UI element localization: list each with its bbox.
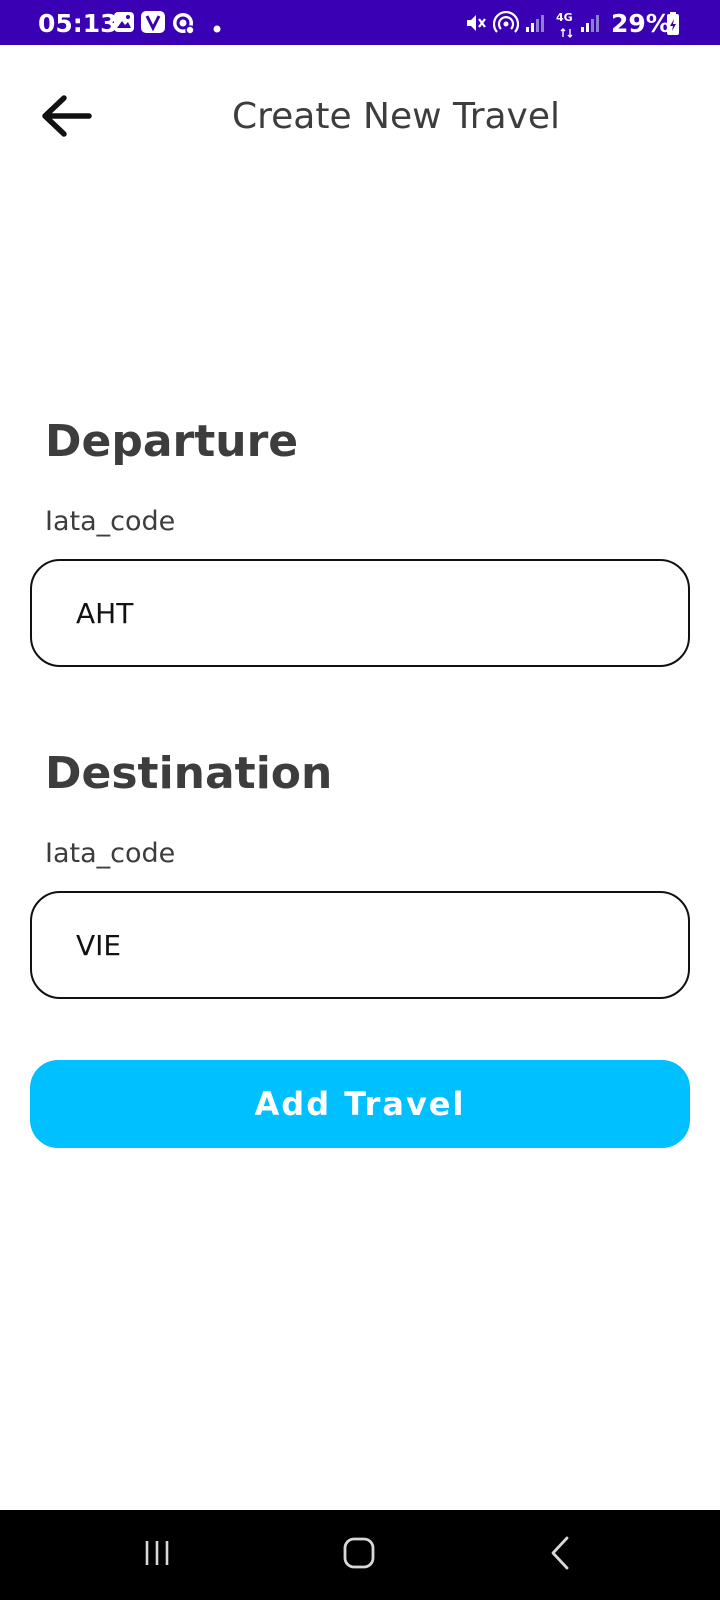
- departure-iata-label: Iata_code: [45, 506, 176, 537]
- departure-iata-input[interactable]: [30, 559, 690, 667]
- viber-icon: [141, 11, 165, 38]
- back-icon: [549, 1535, 573, 1576]
- page-title: Create New Travel: [231, 96, 561, 137]
- notification-dot-icon: [213, 20, 221, 38]
- battery-icon: [666, 12, 680, 41]
- system-nav-bar: [0, 1510, 720, 1600]
- hotspot-icon: [492, 10, 520, 40]
- signal-icon: [525, 13, 545, 38]
- network-type: 4G: [556, 11, 573, 24]
- arrow-left-icon: [40, 94, 92, 143]
- gallery-icon: [113, 11, 135, 38]
- destination-heading: Destination: [45, 748, 333, 799]
- battery-percentage: 29%: [611, 9, 671, 38]
- back-button[interactable]: [36, 90, 96, 146]
- add-travel-button[interactable]: Add Travel: [30, 1060, 690, 1148]
- recent-apps-button[interactable]: [127, 1530, 187, 1580]
- status-bar: 05:13 4G 29%: [0, 0, 720, 45]
- signal-icon: [580, 13, 600, 38]
- system-back-button[interactable]: [531, 1530, 591, 1580]
- home-button[interactable]: [329, 1530, 389, 1580]
- destination-iata-input[interactable]: [30, 891, 690, 999]
- recent-apps-icon: [142, 1538, 172, 1573]
- departure-heading: Departure: [45, 416, 299, 467]
- destination-iata-label: Iata_code: [45, 838, 176, 869]
- home-icon: [342, 1536, 376, 1575]
- mute-icon: [464, 11, 488, 40]
- sync-icon: [171, 11, 195, 40]
- data-arrows-icon: [560, 25, 574, 43]
- status-time: 05:13: [38, 9, 118, 38]
